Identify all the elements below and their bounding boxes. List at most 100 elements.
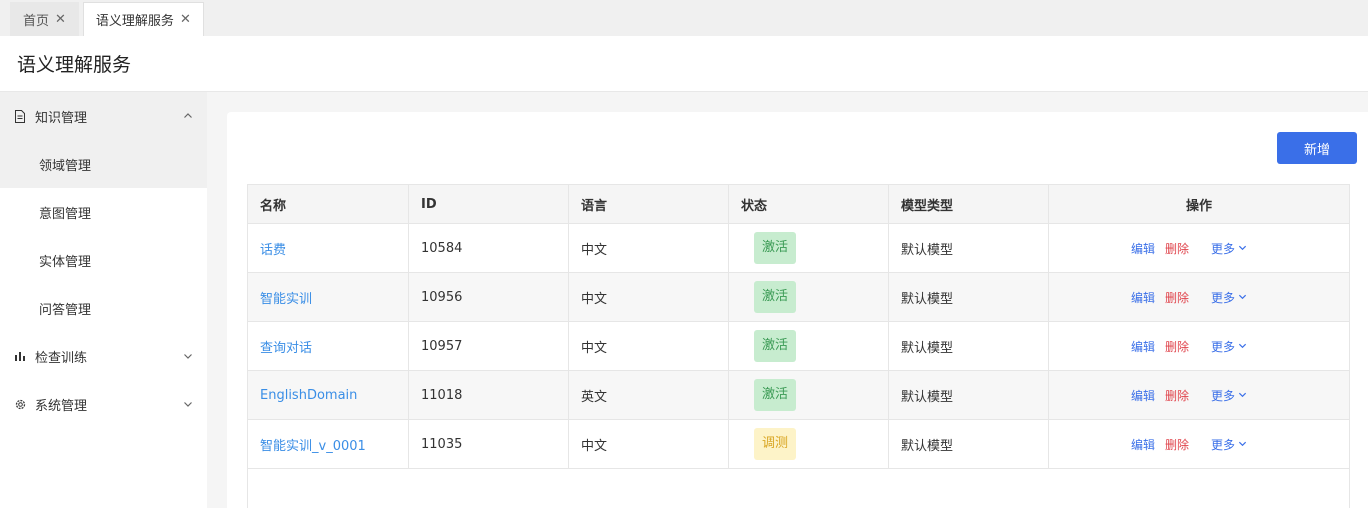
sidebar-item-entity[interactable]: 实体管理 xyxy=(0,236,207,284)
cell-model-type: 默认模型 xyxy=(888,321,1049,371)
close-icon[interactable]: ✕ xyxy=(55,12,66,27)
sidebar-group-label: 知识管理 xyxy=(35,110,88,126)
delete-link[interactable]: 删除 xyxy=(1165,242,1189,256)
table-row: 智能实训_v_0001 11035 中文 调测 默认模型 编辑 删除 更多 xyxy=(247,419,1350,469)
delete-link[interactable]: 删除 xyxy=(1165,389,1189,403)
bar-chart-icon xyxy=(13,350,27,362)
sidebar-group-label: 检查训练 xyxy=(35,350,88,366)
table-row: 查询对话 10957 中文 激活 默认模型 编辑 删除 更多 xyxy=(247,321,1350,371)
cell-name: EnglishDomain xyxy=(247,370,409,420)
cell-model-type: 默认模型 xyxy=(888,223,1049,273)
chevron-up-icon xyxy=(184,113,192,118)
status-badge: 调测 xyxy=(754,428,797,460)
sidebar: 知识管理 领域管理 意图管理 实体管理 问答管理 检查训练 系统管理 xyxy=(0,92,207,508)
table-empty-space xyxy=(247,468,1350,508)
table-row: EnglishDomain 11018 英文 激活 默认模型 编辑 删除 更多 xyxy=(247,370,1350,420)
tab-home[interactable]: 首页 ✕ xyxy=(10,2,79,36)
more-label: 更多 xyxy=(1211,388,1236,403)
edit-link[interactable]: 编辑 xyxy=(1131,340,1155,354)
edit-link[interactable]: 编辑 xyxy=(1131,438,1155,452)
domain-name-link[interactable]: 智能实训_v_0001 xyxy=(260,439,366,454)
cell-status: 激活 xyxy=(728,370,889,420)
cell-language: 中文 xyxy=(568,419,729,469)
cell-id: 10957 xyxy=(408,321,569,371)
chevron-down-icon xyxy=(1238,343,1247,348)
cell-id: 11018 xyxy=(408,370,569,420)
close-icon[interactable]: ✕ xyxy=(180,12,191,27)
sidebar-group-label: 系统管理 xyxy=(35,398,88,414)
tab-label: 语义理解服务 xyxy=(95,14,174,29)
column-header-name: 名称 xyxy=(247,184,409,224)
more-label: 更多 xyxy=(1211,437,1236,452)
cell-id: 10584 xyxy=(408,223,569,273)
cell-language: 英文 xyxy=(568,370,729,420)
domain-name-link[interactable]: 智能实训 xyxy=(260,292,312,307)
sidebar-item-intent[interactable]: 意图管理 xyxy=(0,188,207,236)
domain-table: 名称 ID 语言 状态 模型类型 操作 话费 10584 中文 激活 默认模型 … xyxy=(247,184,1350,508)
gear-icon xyxy=(13,398,27,411)
domain-name-link[interactable]: EnglishDomain xyxy=(260,388,357,403)
table-header-row: 名称 ID 语言 状态 模型类型 操作 xyxy=(247,184,1350,224)
more-dropdown[interactable]: 更多 xyxy=(1211,340,1247,354)
status-badge: 激活 xyxy=(754,281,797,313)
cell-id: 10956 xyxy=(408,272,569,322)
edit-link[interactable]: 编辑 xyxy=(1131,291,1155,305)
cell-name: 智能实训_v_0001 xyxy=(247,419,409,469)
cell-status: 激活 xyxy=(728,321,889,371)
edit-link[interactable]: 编辑 xyxy=(1131,242,1155,256)
cell-name: 查询对话 xyxy=(247,321,409,371)
sidebar-item-label: 问答管理 xyxy=(39,302,92,318)
tab-bar: 首页 ✕ 语义理解服务 ✕ xyxy=(0,0,1368,36)
cell-status: 激活 xyxy=(728,272,889,322)
empty-cell xyxy=(247,468,1350,508)
delete-link[interactable]: 删除 xyxy=(1165,340,1189,354)
more-dropdown[interactable]: 更多 xyxy=(1211,438,1247,452)
column-header-language: 语言 xyxy=(568,184,729,224)
sidebar-group-knowledge[interactable]: 知识管理 xyxy=(0,92,207,140)
status-badge: 激活 xyxy=(754,330,797,362)
more-dropdown[interactable]: 更多 xyxy=(1211,291,1247,305)
cell-model-type: 默认模型 xyxy=(888,419,1049,469)
sidebar-item-domain[interactable]: 领域管理 xyxy=(0,140,207,188)
table-row: 智能实训 10956 中文 激活 默认模型 编辑 删除 更多 xyxy=(247,272,1350,322)
cell-model-type: 默认模型 xyxy=(888,272,1049,322)
tab-label: 首页 xyxy=(23,14,50,29)
sidebar-group-training[interactable]: 检查训练 xyxy=(0,332,207,380)
sidebar-group-system[interactable]: 系统管理 xyxy=(0,380,207,428)
more-label: 更多 xyxy=(1211,241,1236,256)
cell-id: 11035 xyxy=(408,419,569,469)
cell-status: 激活 xyxy=(728,223,889,273)
more-label: 更多 xyxy=(1211,290,1236,305)
chevron-down-icon xyxy=(184,402,192,407)
chevron-down-icon xyxy=(184,354,192,359)
domain-name-link[interactable]: 查询对话 xyxy=(260,341,312,356)
column-header-status: 状态 xyxy=(728,184,889,224)
chevron-down-icon xyxy=(1238,441,1247,446)
cell-actions: 编辑 删除 更多 xyxy=(1048,321,1350,371)
cell-status: 调测 xyxy=(728,419,889,469)
chevron-down-icon xyxy=(1238,245,1247,250)
more-dropdown[interactable]: 更多 xyxy=(1211,242,1247,256)
cell-actions: 编辑 删除 更多 xyxy=(1048,419,1350,469)
page-header: 语义理解服务 xyxy=(0,36,1368,92)
cell-actions: 编辑 删除 更多 xyxy=(1048,272,1350,322)
cell-language: 中文 xyxy=(568,272,729,322)
page-title: 语义理解服务 xyxy=(17,54,132,76)
tab-semantic-service[interactable]: 语义理解服务 ✕ xyxy=(82,2,204,36)
delete-link[interactable]: 删除 xyxy=(1165,291,1189,305)
cell-name: 智能实训 xyxy=(247,272,409,322)
sidebar-item-label: 实体管理 xyxy=(39,254,92,270)
domain-name-link[interactable]: 话费 xyxy=(260,243,286,258)
delete-link[interactable]: 删除 xyxy=(1165,438,1189,452)
more-dropdown[interactable]: 更多 xyxy=(1211,389,1247,403)
cell-name: 话费 xyxy=(247,223,409,273)
cell-model-type: 默认模型 xyxy=(888,370,1049,420)
cell-actions: 编辑 删除 更多 xyxy=(1048,223,1350,273)
document-icon xyxy=(13,109,27,123)
add-button[interactable]: 新增 xyxy=(1277,132,1357,164)
edit-link[interactable]: 编辑 xyxy=(1131,389,1155,403)
sidebar-item-label: 意图管理 xyxy=(39,206,92,222)
sidebar-item-qa[interactable]: 问答管理 xyxy=(0,284,207,332)
status-badge: 激活 xyxy=(754,379,797,411)
status-badge: 激活 xyxy=(754,232,797,264)
